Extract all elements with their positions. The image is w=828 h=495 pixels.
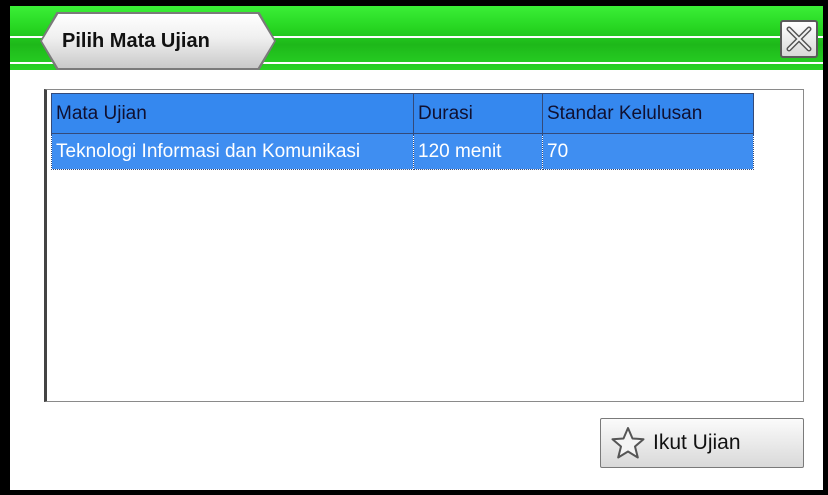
star-icon [611, 425, 647, 461]
column-header-mata-ujian[interactable]: Mata Ujian [51, 93, 414, 134]
cell-mata-ujian[interactable]: Teknologi Informasi dan Komunikasi [51, 133, 414, 170]
dialog-window: Pilih Mata Ujian Mata Ujian Durasi Stand… [0, 0, 828, 495]
column-header-durasi[interactable]: Durasi [413, 93, 543, 134]
dialog-title: Pilih Mata Ujian [62, 30, 210, 52]
close-button[interactable] [780, 20, 818, 58]
exam-grid: Mata Ujian Durasi Standar Kelulusan Tekn… [51, 93, 754, 170]
table-row[interactable]: Teknologi Informasi dan Komunikasi 120 m… [51, 133, 754, 170]
column-header-standar-kelulusan[interactable]: Standar Kelulusan [542, 93, 754, 134]
close-icon [786, 26, 812, 52]
cell-standar-kelulusan[interactable]: 70 [542, 133, 754, 170]
ikut-ujian-button[interactable]: Ikut Ujian [600, 418, 804, 468]
ikut-ujian-label: Ikut Ujian [653, 431, 741, 454]
table-header-row: Mata Ujian Durasi Standar Kelulusan [51, 93, 754, 134]
cell-durasi[interactable]: 120 menit [413, 133, 543, 170]
exam-list-table[interactable]: Mata Ujian Durasi Standar Kelulusan Tekn… [44, 89, 804, 402]
